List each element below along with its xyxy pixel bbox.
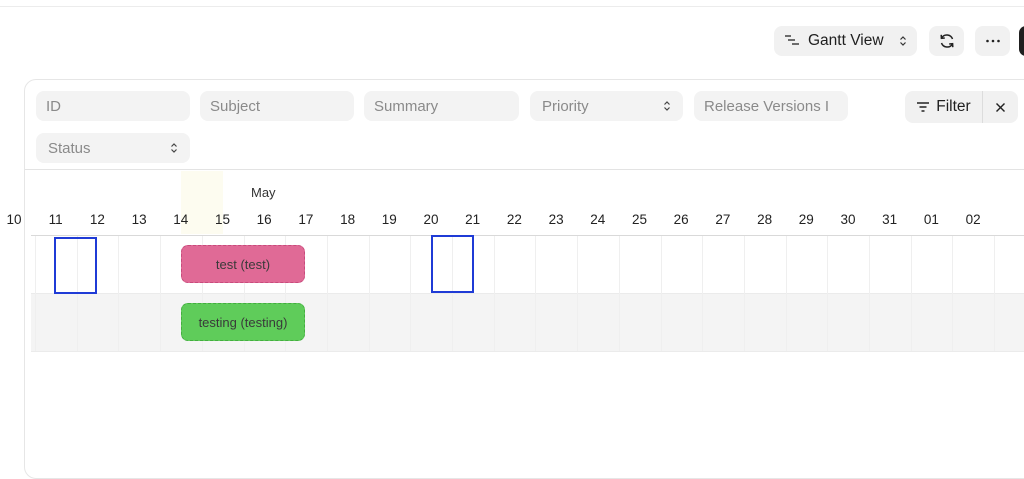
id-filter-input[interactable]: ID: [36, 91, 190, 121]
gantt-bar-testing[interactable]: testing (testing): [181, 303, 305, 341]
day-label: 27: [715, 212, 731, 227]
more-options-button[interactable]: [975, 26, 1010, 56]
view-selector-label: Gantt View: [808, 32, 884, 49]
day-gridline: [911, 236, 912, 351]
day-label: 12: [89, 212, 105, 227]
day-label: 28: [757, 212, 773, 227]
day-gridline: [118, 236, 119, 351]
selected-cell[interactable]: [431, 235, 474, 293]
day-gridline: [661, 236, 662, 351]
day-label: 17: [298, 212, 314, 227]
day-label: 16: [256, 212, 272, 227]
filter-button-group: Filter: [905, 91, 1018, 123]
gantt-bar-test[interactable]: test (test): [181, 245, 305, 283]
day-label: 23: [548, 212, 564, 227]
day-gridline: [494, 236, 495, 351]
release-versions-filter-input[interactable]: Release Versions I: [694, 91, 848, 121]
gantt-bar-label: testing (testing): [198, 314, 288, 330]
close-icon: [996, 102, 1005, 112]
day-gridline: [410, 236, 411, 351]
day-gridline: [327, 236, 328, 351]
status-filter-select[interactable]: Status: [36, 133, 190, 163]
priority-filter-select[interactable]: Priority: [530, 91, 683, 121]
subject-filter-input[interactable]: Subject: [200, 91, 354, 121]
status-filter-placeholder: Status: [48, 139, 91, 157]
day-label: 30: [840, 212, 856, 227]
day-label: 11: [48, 212, 63, 227]
day-label: 26: [673, 212, 689, 227]
day-gridline: [35, 236, 36, 351]
row-divider: [31, 293, 1024, 294]
filter-button-label: Filter: [936, 98, 971, 115]
day-gridline: [702, 236, 703, 351]
month-label: May: [251, 185, 276, 200]
row-divider: [31, 351, 1024, 352]
id-filter-placeholder: ID: [46, 97, 61, 115]
day-label: 31: [882, 212, 898, 227]
chevron-up-down-icon: [664, 101, 670, 111]
day-label: 21: [465, 212, 481, 227]
day-gridline: [577, 236, 578, 351]
day-gridline: [952, 236, 953, 351]
gantt-bar-label: test (test): [215, 256, 271, 272]
gantt-icon: [785, 35, 799, 45]
day-label: 13: [131, 212, 147, 227]
day-label: 15: [214, 212, 231, 227]
subject-filter-placeholder: Subject: [210, 97, 261, 115]
refresh-icon: [939, 34, 954, 48]
day-label: 24: [590, 212, 606, 227]
day-gridline: [786, 236, 787, 351]
day-label: 25: [631, 212, 648, 227]
day-label: 02: [965, 212, 981, 227]
day-gridline: [535, 236, 536, 351]
gantt-row-alt-background: [31, 293, 1024, 351]
day-label: 22: [506, 212, 522, 227]
day-gridline: [827, 236, 828, 351]
refresh-button[interactable]: [929, 26, 964, 56]
filter-button[interactable]: Filter: [905, 91, 983, 123]
day-label: 01: [923, 212, 939, 227]
day-gridline: [160, 236, 161, 351]
filter-icon: [917, 102, 930, 112]
more-horizontal-icon: [985, 39, 1000, 43]
day-label: 19: [381, 212, 397, 227]
day-label: 29: [798, 212, 814, 227]
day-gridline: [744, 236, 745, 351]
day-label: 20: [423, 212, 439, 227]
clear-filters-button[interactable]: [983, 91, 1018, 123]
summary-filter-input[interactable]: Summary: [364, 91, 519, 121]
release-versions-filter-placeholder: Release Versions I: [704, 97, 830, 115]
day-label: 18: [340, 212, 356, 227]
day-gridline: [619, 236, 620, 351]
chevron-up-down-icon: [900, 36, 906, 46]
day-gridline: [369, 236, 370, 351]
selected-cell[interactable]: [54, 237, 97, 294]
day-gridline: [869, 236, 870, 351]
priority-filter-placeholder: Priority: [542, 97, 589, 115]
day-label: 10: [6, 212, 22, 227]
chevron-up-down-icon: [171, 143, 177, 153]
day-label: 14: [173, 212, 189, 227]
top-divider: [0, 6, 1024, 7]
filters-divider: [25, 169, 1024, 170]
header-divider: [31, 235, 1024, 236]
view-selector[interactable]: Gantt View: [774, 26, 917, 56]
primary-action-button[interactable]: [1019, 26, 1024, 56]
day-gridline: [994, 236, 995, 351]
summary-filter-placeholder: Summary: [374, 97, 439, 115]
